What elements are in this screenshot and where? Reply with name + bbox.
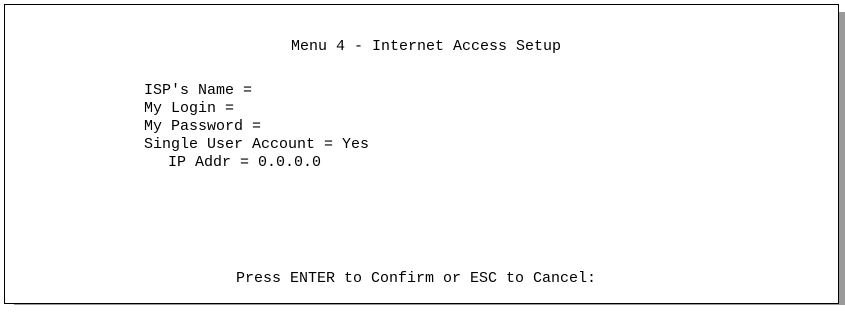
single-user-account-toggle[interactable]: Yes bbox=[342, 136, 369, 154]
confirm-prompt: Press ENTER to Confirm or ESC to Cancel: bbox=[236, 270, 597, 287]
my-password-label: My Password = bbox=[144, 118, 271, 135]
my-login-row: My Login = bbox=[144, 100, 252, 118]
single-user-account-label: Single User Account = bbox=[144, 136, 343, 153]
ip-addr-field[interactable]: 0.0.0.0 bbox=[258, 154, 321, 172]
my-login-label: My Login = bbox=[144, 100, 244, 117]
single-user-account-row: Single User Account = Yes bbox=[144, 136, 369, 154]
menu-title: Menu 4 - Internet Access Setup bbox=[291, 38, 562, 55]
ip-addr-row: IP Addr = 0.0.0.0 bbox=[168, 154, 321, 172]
ip-addr-label: IP Addr = bbox=[168, 154, 259, 171]
my-password-row: My Password = bbox=[144, 118, 279, 136]
terminal-window: Menu 4 - Internet Access Setup ISP's Nam… bbox=[4, 4, 839, 304]
isp-name-label: ISP's Name = bbox=[144, 82, 262, 99]
isp-name-row: ISP's Name = bbox=[144, 82, 270, 100]
